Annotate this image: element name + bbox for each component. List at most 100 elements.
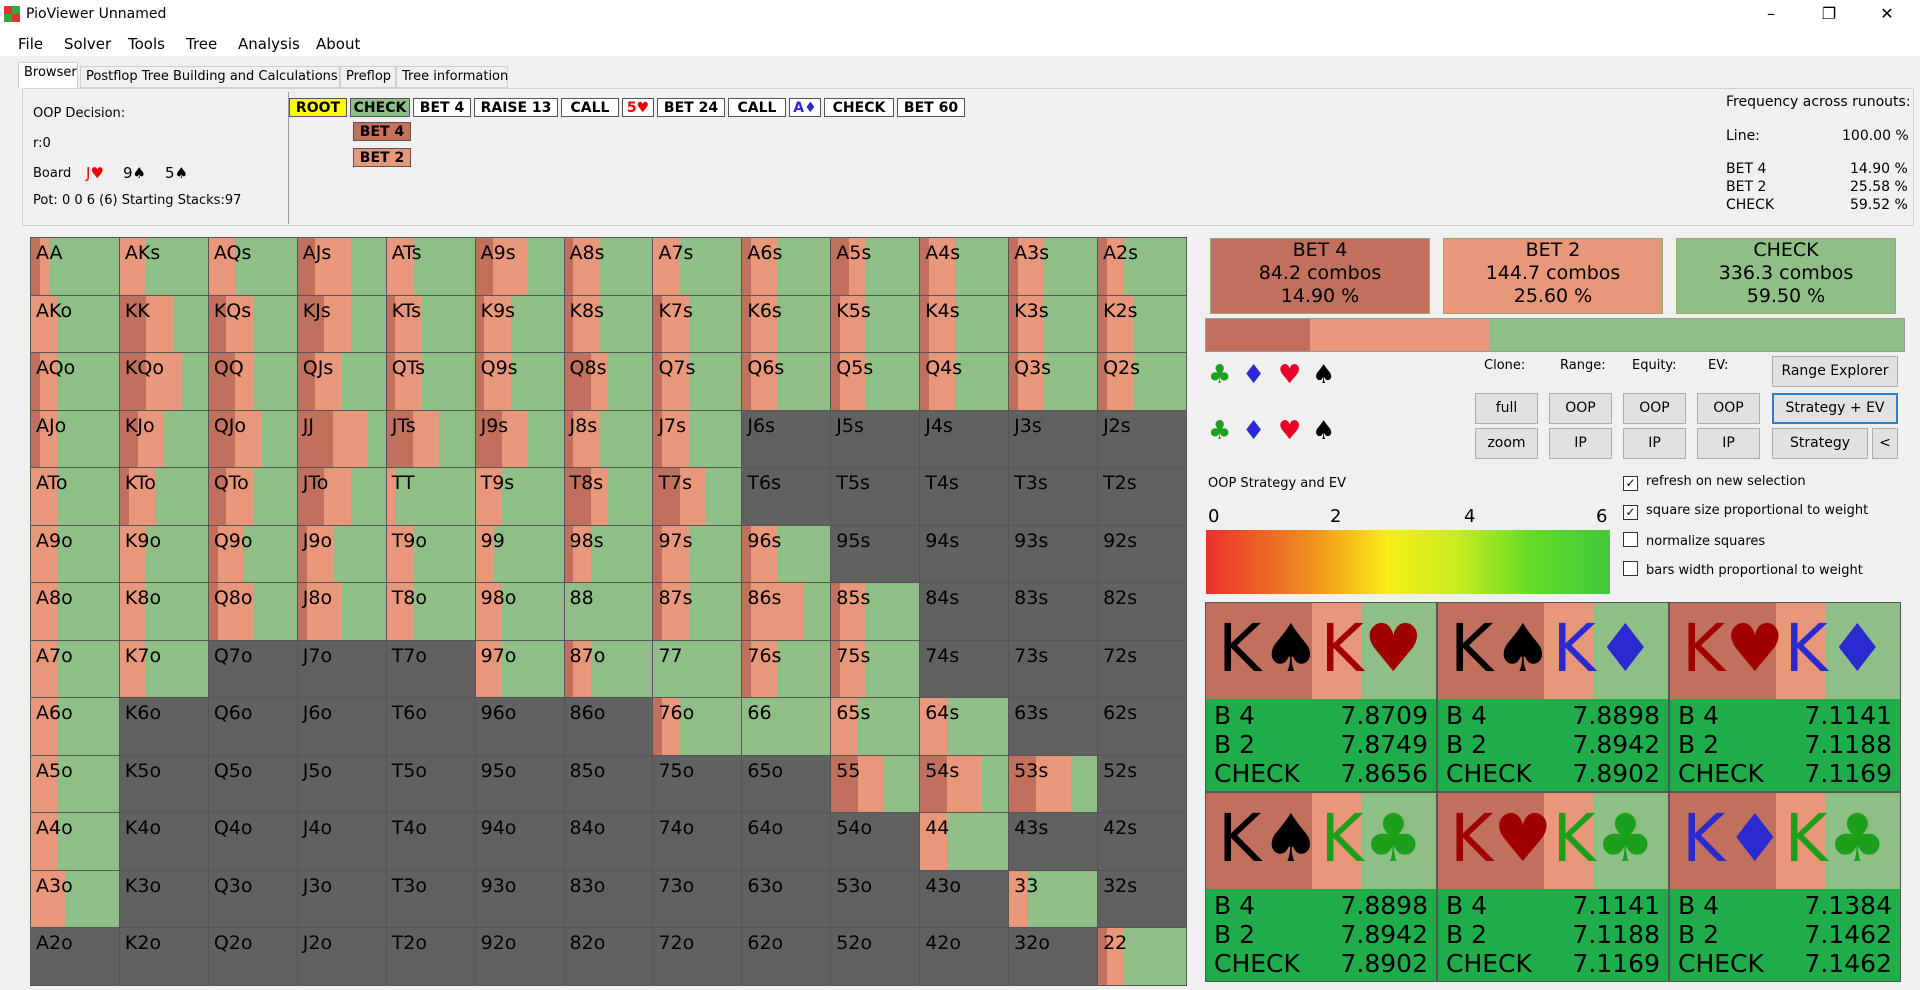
tree-node[interactable]: CHECK	[824, 98, 894, 117]
combo-card[interactable]: K♥K♦ B 4 7.1141 B 2 7.1188 CHECK 7.1169	[1669, 602, 1901, 792]
hand-cell[interactable]: J9s	[474, 409, 565, 469]
hand-cell[interactable]: 76s	[741, 639, 832, 699]
range-oop-button[interactable]: OOP	[1549, 393, 1612, 424]
hand-cell[interactable]: 65o	[741, 754, 832, 814]
combo-card[interactable]: K♦K♣ B 4 7.1384 B 2 7.1462 CHECK 7.1462	[1669, 792, 1901, 982]
hand-cell[interactable]: 62s	[1097, 697, 1187, 756]
hand-cell[interactable]: KK	[118, 294, 209, 354]
hand-cell[interactable]: 99	[474, 524, 565, 584]
hand-cell[interactable]: AJo	[30, 409, 120, 469]
hand-cell[interactable]: A8s	[563, 237, 654, 296]
hand-cell[interactable]: A4s	[919, 237, 1010, 296]
equity-oop-button[interactable]: OOP	[1623, 393, 1686, 424]
checkbox-normalize[interactable]: normalize squares	[1623, 532, 1765, 549]
hand-cell[interactable]: 82s	[1097, 582, 1187, 641]
hand-cell[interactable]: T8o	[385, 582, 476, 641]
hand-cell[interactable]: 52s	[1097, 754, 1187, 814]
hand-cell[interactable]: J4o	[296, 812, 387, 871]
hand-cell[interactable]: Q2o	[207, 927, 298, 986]
hand-cell[interactable]: J3s	[1008, 409, 1099, 469]
hand-cell[interactable]: 84o	[563, 812, 654, 871]
hand-cell[interactable]: 87o	[563, 639, 654, 699]
hand-cell[interactable]: QJs	[296, 352, 387, 411]
combo-card[interactable]: K♠K♦ B 4 7.8898 B 2 7.8942 CHECK 7.8902	[1437, 602, 1669, 792]
combo-card[interactable]: K♥K♣ B 4 7.1141 B 2 7.1188 CHECK 7.1169	[1437, 792, 1669, 982]
hand-cell[interactable]: A5s	[830, 237, 921, 296]
hand-cell[interactable]: JTo	[296, 467, 387, 526]
hand-cell[interactable]: T5s	[830, 467, 921, 526]
hand-cell[interactable]: Q4o	[207, 812, 298, 871]
hand-cell[interactable]: K9s	[474, 294, 565, 354]
hand-cell[interactable]: 93s	[1008, 524, 1099, 584]
hand-cell[interactable]: ATo	[30, 467, 120, 526]
hand-cell[interactable]: T4s	[919, 467, 1010, 526]
tree-alt-bet4[interactable]: BET 4	[353, 122, 411, 141]
hand-cell[interactable]: A7o	[30, 639, 120, 699]
hand-cell[interactable]: T9s	[474, 467, 565, 526]
tree-node[interactable]: 5♥	[622, 98, 654, 117]
hand-cell[interactable]: 92o	[474, 927, 565, 986]
hand-cell[interactable]: J8o	[296, 582, 387, 641]
hand-cell[interactable]: Q2s	[1097, 352, 1187, 411]
hand-cell[interactable]: AKs	[118, 237, 209, 296]
hand-cell[interactable]: Q9s	[474, 352, 565, 411]
hand-cell[interactable]: 54s	[919, 754, 1010, 814]
hand-cell[interactable]: T9o	[385, 524, 476, 584]
action-box-bet2[interactable]: BET 2 144.7 combos 25.60 %	[1443, 238, 1663, 314]
hand-cell[interactable]: 85o	[563, 754, 654, 814]
hand-cell[interactable]: T6s	[741, 467, 832, 526]
hand-cell[interactable]: 63o	[741, 869, 832, 929]
hand-cell[interactable]: 32o	[1008, 927, 1099, 986]
hand-cell[interactable]: 75o	[652, 754, 743, 814]
checkbox-box[interactable]: ✓	[1623, 505, 1638, 520]
hand-cell[interactable]: 22	[1097, 927, 1187, 986]
checkbox-bars-width[interactable]: bars width proportional to weight	[1623, 561, 1863, 578]
hand-cell[interactable]: Q8o	[207, 582, 298, 641]
hand-cell[interactable]: Q6s	[741, 352, 832, 411]
hand-cell[interactable]: K9o	[118, 524, 209, 584]
hand-cell[interactable]: Q3o	[207, 869, 298, 929]
hand-cell[interactable]: 93o	[474, 869, 565, 929]
hand-cell[interactable]: A9o	[30, 524, 120, 584]
hand-cell[interactable]: KTo	[118, 467, 209, 526]
ev-ip-button[interactable]: IP	[1697, 428, 1760, 459]
hand-cell[interactable]: 33	[1008, 869, 1099, 929]
hand-cell[interactable]: J2s	[1097, 409, 1187, 469]
hand-cell[interactable]: 75s	[830, 639, 921, 699]
hand-cell[interactable]: 64o	[741, 812, 832, 871]
hand-cell[interactable]: T7o	[385, 639, 476, 699]
hand-cell[interactable]: K8s	[563, 294, 654, 354]
menu-tools[interactable]: Tools	[128, 35, 165, 53]
hand-cell[interactable]: T4o	[385, 812, 476, 871]
heart-icon[interactable]: ♥	[1278, 360, 1301, 390]
checkbox-refresh[interactable]: ✓ refresh on new selection	[1623, 474, 1806, 491]
hand-cell[interactable]: A3o	[30, 869, 120, 929]
hand-cell[interactable]: T2s	[1097, 467, 1187, 526]
hand-cell[interactable]: 82o	[563, 927, 654, 986]
checkbox-box[interactable]	[1623, 532, 1638, 547]
hand-cell[interactable]: K3s	[1008, 294, 1099, 354]
hand-cell[interactable]: 53o	[830, 869, 921, 929]
hand-cell[interactable]: ATs	[385, 237, 476, 296]
hand-cell[interactable]: 97s	[652, 524, 743, 584]
hand-cell[interactable]: QTs	[385, 352, 476, 411]
spade-icon[interactable]: ♠	[1312, 360, 1335, 390]
hand-cell[interactable]: JTs	[385, 409, 476, 469]
hand-cell[interactable]: 86s	[741, 582, 832, 641]
hand-cell[interactable]: T6o	[385, 697, 476, 756]
hand-cell[interactable]: KQo	[118, 352, 209, 411]
hand-cell[interactable]: K5o	[118, 754, 209, 814]
hand-cell[interactable]: 74o	[652, 812, 743, 871]
hand-cell[interactable]: K6s	[741, 294, 832, 354]
hand-cell[interactable]: J8s	[563, 409, 654, 469]
tree-node[interactable]: CHECK	[350, 98, 410, 117]
hand-cell[interactable]: AQo	[30, 352, 120, 411]
hand-cell[interactable]: 96s	[741, 524, 832, 584]
spade-icon[interactable]: ♠	[1312, 416, 1335, 446]
hand-cell[interactable]: A7s	[652, 237, 743, 296]
hand-cell[interactable]: KJs	[296, 294, 387, 354]
hand-cell[interactable]: K8o	[118, 582, 209, 641]
hand-cell[interactable]: KQs	[207, 294, 298, 354]
hand-cell[interactable]: K4s	[919, 294, 1010, 354]
hand-cell[interactable]: 43o	[919, 869, 1010, 929]
